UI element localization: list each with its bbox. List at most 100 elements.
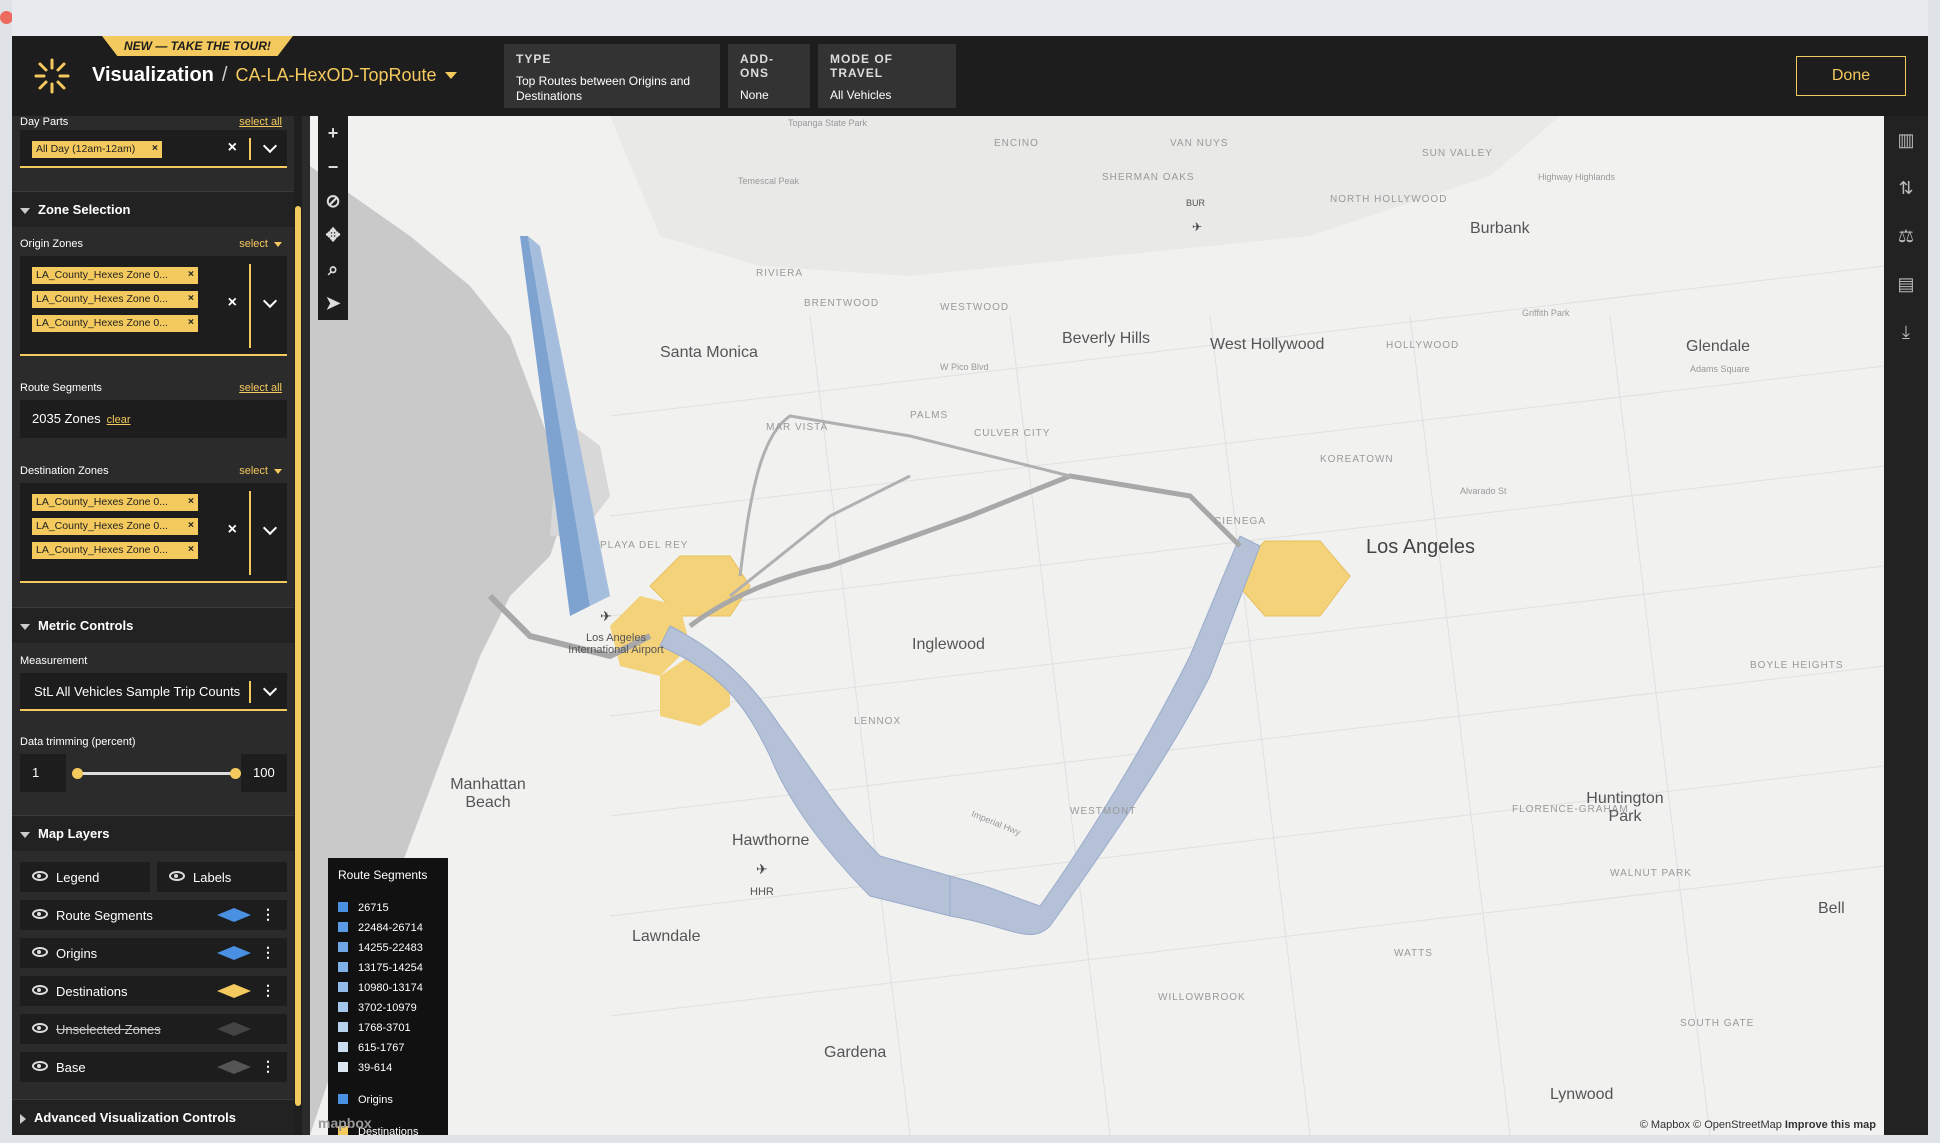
street-grid xyxy=(609,265,1884,1135)
trim-slider-min-handle[interactable] xyxy=(72,768,83,779)
legend-item-label: 3702-10979 xyxy=(358,1002,417,1014)
remove-chip-icon[interactable]: × xyxy=(188,543,194,555)
city-label: Inglewood xyxy=(912,636,985,653)
district-label: WATTS xyxy=(1394,948,1433,959)
download-icon[interactable]: ⤓ xyxy=(1884,308,1928,356)
data-trimming-range: 1 100 xyxy=(20,754,287,792)
chart-icon[interactable]: ▥ xyxy=(1884,116,1928,164)
destination-chip[interactable]: LA_County_Hexes Zone 0... × xyxy=(32,494,198,511)
sidebar-scrollbar[interactable] xyxy=(294,116,302,1135)
eye-icon[interactable] xyxy=(32,1061,48,1071)
layer-label: Origins xyxy=(56,946,98,961)
advanced-controls-header[interactable]: Advanced Visualization Controls xyxy=(12,1099,294,1135)
route-segments-clear[interactable]: clear xyxy=(107,414,131,426)
origin-chip[interactable]: LA_County_Hexes Zone 0... × xyxy=(32,267,198,284)
chevron-down-icon[interactable] xyxy=(262,293,278,309)
remove-chip-icon[interactable]: × xyxy=(188,316,194,328)
eye-icon[interactable] xyxy=(32,985,48,995)
trim-slider-max-handle[interactable] xyxy=(230,768,241,779)
sort-icon[interactable]: ⇅ xyxy=(1884,164,1928,212)
map-canvas[interactable]: ✈ ✈ ✈ + − ⊘ ✥ ⌕ ➤ Santa Monica Beverly H… xyxy=(310,116,1884,1135)
legend-item: 14255-22483 xyxy=(338,938,438,958)
pan-icon[interactable]: ✥ xyxy=(318,218,348,252)
city-label: Burbank xyxy=(1470,220,1530,237)
destination-chip[interactable]: LA_County_Hexes Zone 0... × xyxy=(32,518,198,535)
day-parts-select-all[interactable]: select all xyxy=(239,116,282,128)
clear-icon[interactable]: × xyxy=(228,521,237,539)
origin-zones-select[interactable]: select xyxy=(239,238,282,250)
route-segments-select-all[interactable]: select all xyxy=(239,382,282,394)
improve-map-link[interactable]: Improve this map xyxy=(1785,1119,1876,1131)
breadcrumb-app[interactable]: Visualization xyxy=(92,64,214,86)
layer-route-segments[interactable]: Route Segments ⋮ xyxy=(20,900,287,930)
balance-icon[interactable]: ⚖ xyxy=(1884,212,1928,260)
clear-icon[interactable]: × xyxy=(228,294,237,312)
trim-min-input[interactable]: 1 xyxy=(20,754,66,792)
bur-marker: ✈ xyxy=(1192,220,1202,234)
destination-zones-label: Destination Zones xyxy=(20,465,109,477)
destination-chip[interactable]: LA_County_Hexes Zone 0... × xyxy=(32,542,198,559)
origin-chip[interactable]: LA_County_Hexes Zone 0... × xyxy=(32,315,198,332)
chevron-down-icon[interactable] xyxy=(262,681,278,697)
tour-banner[interactable]: NEW — TAKE THE TOUR! xyxy=(102,36,293,56)
remove-chip-icon[interactable]: × xyxy=(188,519,194,531)
more-options-icon[interactable]: ⋮ xyxy=(261,944,275,961)
compass-icon[interactable]: ⊘ xyxy=(318,184,348,218)
layer-color-swatch[interactable] xyxy=(217,1060,251,1074)
remove-chip-icon[interactable]: × xyxy=(188,495,194,507)
legend-toggle[interactable]: Legend xyxy=(20,862,150,892)
labels-toggle[interactable]: Labels xyxy=(157,862,287,892)
app-header: NEW — TAKE THE TOUR! Visualization / CA-LA… xyxy=(12,36,1928,116)
origin-zones-input[interactable]: LA_County_Hexes Zone 0... × LA_County_Hex… xyxy=(20,256,287,356)
bur-label: BUR xyxy=(1186,198,1206,208)
more-options-icon[interactable]: ⋮ xyxy=(261,1058,275,1075)
type-box[interactable]: TYPE Top Routes between Origins and Dest… xyxy=(504,44,720,108)
addons-box[interactable]: ADD-ONS None xyxy=(728,44,810,108)
zoom-box-icon[interactable]: ⌕ xyxy=(318,252,348,286)
clear-icon[interactable]: × xyxy=(228,139,237,157)
more-options-icon[interactable]: ⋮ xyxy=(261,982,275,999)
chevron-down-icon[interactable] xyxy=(262,138,278,154)
mapbox-logo[interactable]: mapbox xyxy=(318,1115,372,1131)
caret-down-icon[interactable] xyxy=(444,72,457,80)
legend-swatch xyxy=(338,1094,348,1104)
layer-color-swatch[interactable] xyxy=(217,908,251,922)
eye-icon[interactable] xyxy=(32,909,48,919)
document-icon[interactable]: ▤ xyxy=(1884,260,1928,308)
map-layers-header[interactable]: Map Layers xyxy=(12,815,294,851)
day-parts-select[interactable]: All Day (12am-12am) × × xyxy=(20,130,287,168)
destination-zones-select[interactable]: select xyxy=(239,465,282,477)
zoom-in-button[interactable]: + xyxy=(318,116,348,150)
day-parts-chip[interactable]: All Day (12am-12am) × xyxy=(32,141,162,158)
select-cursor-icon[interactable]: ➤ xyxy=(318,286,348,320)
layer-base[interactable]: Base ⋮ xyxy=(20,1052,287,1082)
project-selector[interactable]: CA-LA-HexOD-TopRoute xyxy=(235,65,436,85)
zoom-out-button[interactable]: − xyxy=(318,150,348,184)
remove-chip-icon[interactable]: × xyxy=(188,268,194,280)
zone-selection-header[interactable]: Zone Selection xyxy=(12,191,294,227)
origin-chip[interactable]: LA_County_Hexes Zone 0... × xyxy=(32,291,198,308)
remove-chip-icon[interactable]: × xyxy=(188,292,194,304)
layer-destinations[interactable]: Destinations ⋮ xyxy=(20,976,287,1006)
measurement-select[interactable]: StL All Vehicles Sample Trip Counts xyxy=(20,673,287,711)
metric-controls-header[interactable]: Metric Controls xyxy=(12,607,294,643)
layer-color-swatch[interactable] xyxy=(217,984,251,998)
eye-icon[interactable] xyxy=(32,947,48,957)
addons-value: None xyxy=(740,88,769,102)
layer-color-swatch[interactable] xyxy=(217,946,251,960)
layer-unselected-zones[interactable]: Unselected Zones xyxy=(20,1014,287,1044)
scrollbar-thumb[interactable] xyxy=(295,206,301,1106)
trim-max-input[interactable]: 100 xyxy=(241,754,287,792)
attribution-text[interactable]: © Mapbox © OpenStreetMap xyxy=(1640,1119,1782,1131)
layer-origins[interactable]: Origins ⋮ xyxy=(20,938,287,968)
more-options-icon[interactable]: ⋮ xyxy=(261,906,275,923)
done-button[interactable]: Done xyxy=(1796,56,1906,96)
eye-hidden-icon[interactable] xyxy=(32,1023,48,1033)
destination-zones-input[interactable]: LA_County_Hexes Zone 0... × LA_County_Hex… xyxy=(20,483,287,583)
legend-swatch xyxy=(338,962,348,972)
chevron-down-icon[interactable] xyxy=(262,520,278,536)
trim-slider-track[interactable] xyxy=(76,772,236,775)
district-label: HOLLYWOOD xyxy=(1386,340,1460,351)
remove-chip-icon[interactable]: × xyxy=(152,142,158,154)
mode-box[interactable]: MODE OF TRAVEL All Vehicles xyxy=(818,44,956,108)
